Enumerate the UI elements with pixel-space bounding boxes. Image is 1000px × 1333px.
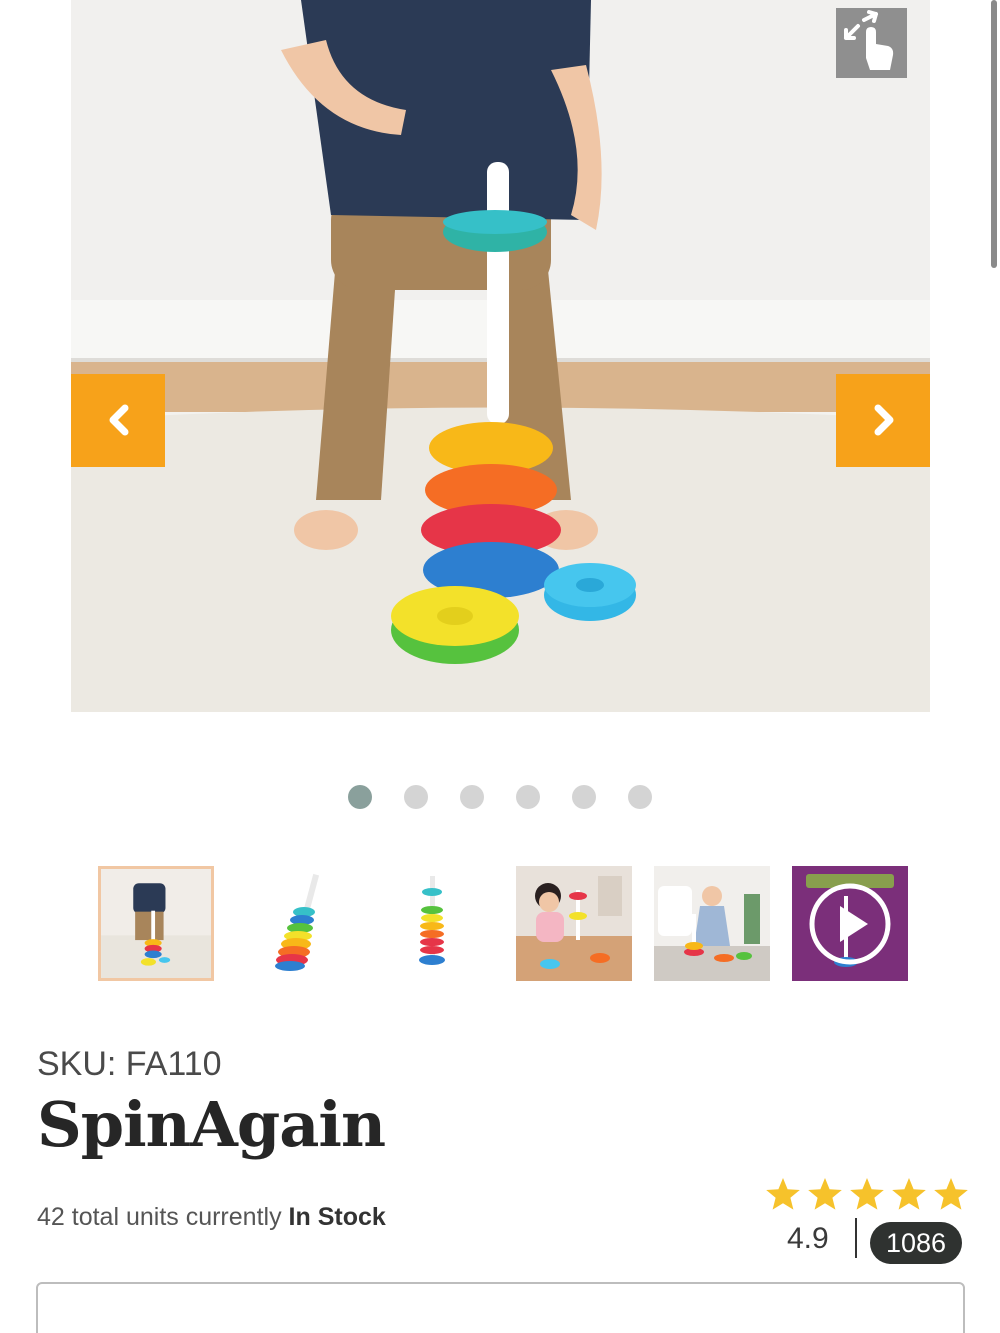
thumb-toddler-playing[interactable] [98,866,214,981]
play-icon [792,866,908,981]
scrollbar-thumb[interactable] [991,0,997,268]
chevron-right-icon [874,404,894,436]
main-product-image[interactable] [71,0,930,712]
thumb-toddler-living-room[interactable] [654,866,770,981]
previous-image-button[interactable] [71,374,165,467]
star-icon [807,1177,843,1211]
thumb-toy-tilted[interactable] [240,866,356,981]
stock-status: 42 total units currently In Stock [37,1203,386,1232]
review-count-badge[interactable]: 1086 [870,1222,963,1264]
thumb-baby-with-toy[interactable] [516,866,632,981]
star-icon [891,1177,927,1211]
stock-prefix: 42 total units currently [37,1203,282,1231]
product-title: SpinAgain [37,1088,386,1161]
carousel-dot-3[interactable] [460,785,484,809]
toddler-with-toy-photo [71,0,930,712]
star-icon [933,1177,969,1211]
page-scrollbar[interactable] [991,0,997,1333]
thumb-video[interactable] [792,866,908,981]
rating-value: 4.9 [787,1222,829,1255]
carousel-dots [348,785,652,809]
rating-stars[interactable] [765,1177,969,1211]
chevron-left-icon [109,404,129,436]
stock-status-label: In Stock [288,1203,386,1231]
carousel-dot-1[interactable] [348,785,372,809]
carousel-dot-6[interactable] [628,785,652,809]
rating-divider [855,1218,857,1258]
star-icon [765,1177,801,1211]
thumb-toy-upright[interactable] [378,866,494,981]
product-option-select[interactable] [36,1282,965,1333]
carousel-dot-2[interactable] [404,785,428,809]
carousel-dot-4[interactable] [516,785,540,809]
carousel-dot-5[interactable] [572,785,596,809]
next-image-button[interactable] [836,374,930,467]
pinch-zoom-icon [844,10,894,70]
pinch-zoom-button[interactable] [836,8,907,78]
star-icon [849,1177,885,1211]
product-sku: SKU: FA110 [37,1045,222,1083]
